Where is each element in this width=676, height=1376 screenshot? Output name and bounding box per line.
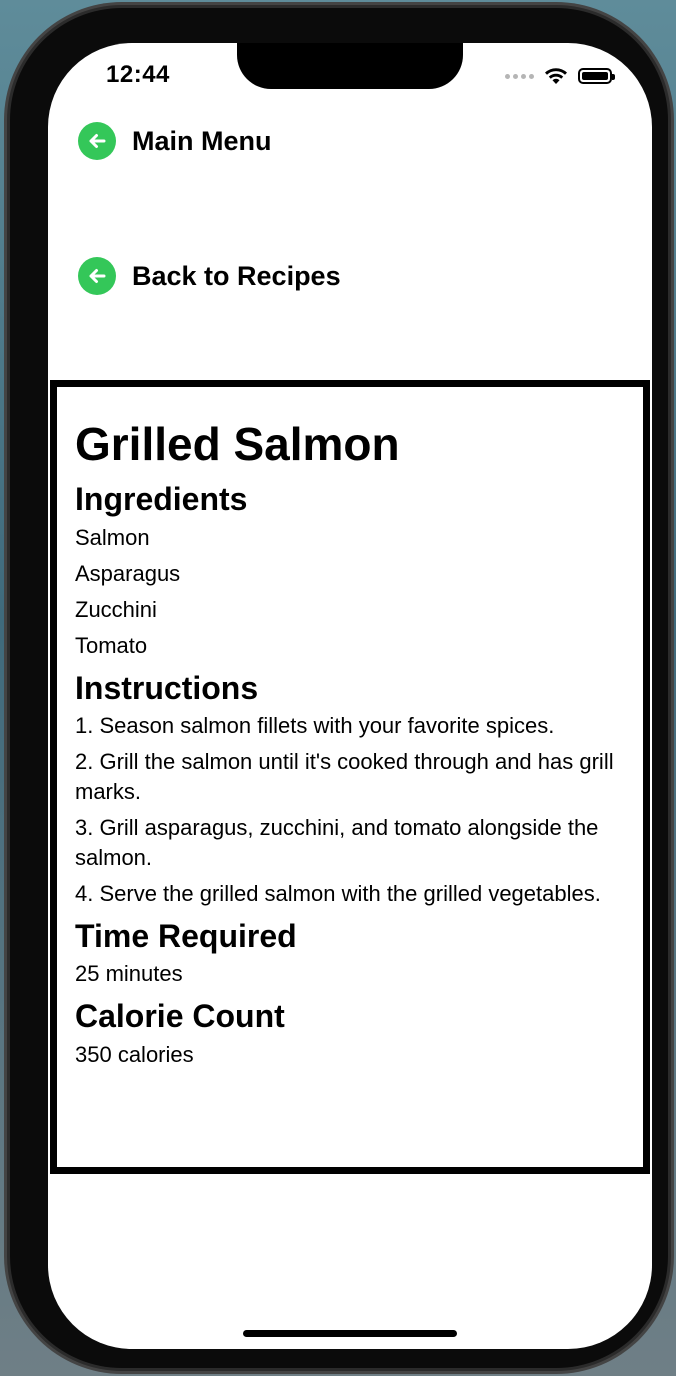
instruction-step: 1. Season salmon fillets with your favor… bbox=[75, 712, 555, 738]
phone-frame: 12:44 Main Menu Back to Recipes Grilled … bbox=[10, 8, 668, 1368]
recipe-card: Grilled Salmon Ingredients Salmon Aspara… bbox=[50, 380, 650, 1174]
time-required-value: 25 minutes bbox=[75, 961, 183, 987]
calorie-count-value: 350 calories bbox=[75, 1041, 194, 1067]
calorie-count-heading: Calorie Count bbox=[75, 998, 285, 1035]
instructions-heading: Instructions bbox=[75, 669, 259, 706]
arrow-left-circle-icon bbox=[78, 257, 116, 295]
instruction-step: 4. Serve the grilled salmon with the gri… bbox=[75, 880, 601, 906]
main-menu-button[interactable]: Main Menu bbox=[78, 122, 272, 160]
status-icons bbox=[505, 67, 615, 85]
time-required-heading: Time Required bbox=[75, 917, 297, 954]
status-time: 12:44 bbox=[106, 61, 170, 88]
ingredient-item: Asparagus bbox=[75, 560, 181, 586]
ingredient-item: Salmon bbox=[75, 524, 150, 550]
recipe-title: Grilled Salmon bbox=[75, 418, 400, 470]
device-notch bbox=[237, 43, 463, 89]
arrow-left-circle-icon bbox=[78, 122, 116, 160]
ingredients-heading: Ingredients bbox=[75, 481, 248, 518]
back-to-recipes-button[interactable]: Back to Recipes bbox=[78, 257, 341, 295]
instruction-step: 2. Grill the salmon until it's cooked th… bbox=[75, 748, 614, 804]
battery-icon bbox=[578, 68, 615, 84]
home-indicator bbox=[243, 1330, 457, 1337]
cellular-signal-icon bbox=[505, 73, 534, 79]
wifi-icon bbox=[545, 68, 567, 84]
main-menu-label: Main Menu bbox=[132, 125, 272, 156]
ingredient-item: Zucchini bbox=[75, 596, 157, 622]
ingredient-item: Tomato bbox=[75, 632, 148, 658]
back-to-recipes-label: Back to Recipes bbox=[132, 260, 341, 291]
app-screen: 12:44 Main Menu Back to Recipes Grilled … bbox=[48, 43, 652, 1349]
instruction-step: 3. Grill asparagus, zucchini, and tomato… bbox=[75, 814, 599, 870]
